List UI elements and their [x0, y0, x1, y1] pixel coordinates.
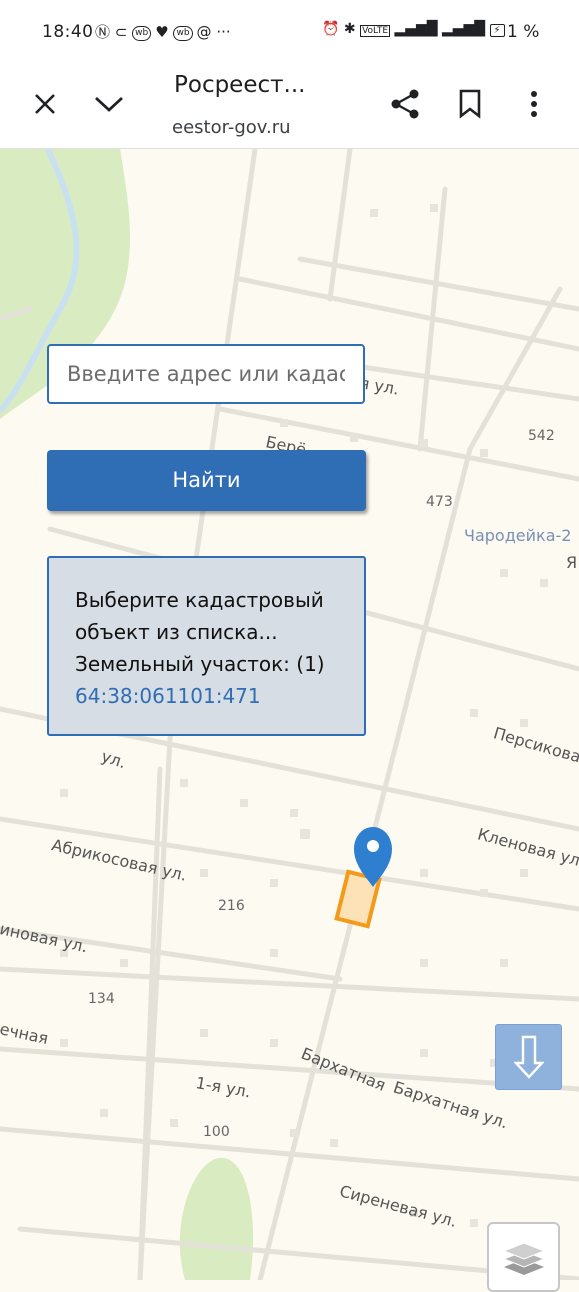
cadastral-number-link[interactable]: 64:38:061101:471: [75, 680, 344, 712]
alarm-icon: ⏰: [322, 21, 340, 37]
status-time: 18:40: [42, 22, 94, 42]
bookmark-button[interactable]: [450, 84, 490, 124]
house-number: 100: [203, 1124, 230, 1140]
battery-saver-icon: ⚡: [489, 24, 505, 37]
share-button[interactable]: [385, 84, 425, 124]
layers-button[interactable]: [487, 1222, 560, 1292]
browser-toolbar: Росреест... eestor-gov.ru: [0, 64, 579, 149]
more-vert-icon: [531, 91, 537, 117]
nfc-icon: Ⓝ: [95, 23, 111, 41]
battery-level: 1 %: [507, 22, 540, 42]
heart-icon: ♥: [155, 23, 169, 41]
signal-icon: ▂▄▆█: [442, 21, 486, 37]
house-number: 542: [528, 428, 555, 444]
layers-icon: [502, 1242, 545, 1275]
more-icon: ···: [216, 23, 231, 41]
wb-icon: wb: [132, 26, 152, 41]
share-icon: [391, 89, 419, 119]
chevron-down-icon: [95, 96, 123, 112]
collapse-button[interactable]: [89, 84, 129, 124]
close-button[interactable]: [25, 84, 65, 124]
result-panel: Выберите кадастровый объект из списка...…: [47, 556, 366, 736]
bluetooth-icon: ✱: [343, 21, 356, 37]
result-line: объект из списка...: [75, 620, 278, 644]
house-number: 134: [88, 991, 115, 1007]
bookmark-icon: [459, 89, 481, 119]
at-icon: @: [196, 23, 212, 41]
status-bar: 18:40 Ⓝ ⊂ wb ♥ wb @ ··· ⏰ ✱ VoLTE ▂▄▆█ ▂▄▆…: [0, 0, 579, 64]
find-button[interactable]: Найти: [47, 450, 366, 511]
wb-icon: wb: [173, 26, 193, 41]
house-number: 216: [218, 898, 245, 914]
signal-4g-icon: ▂▄▆█: [394, 21, 438, 37]
place-label: Чародейка-2: [464, 526, 572, 545]
notification-icons: Ⓝ ⊂ wb ♥ wb @ ···: [95, 21, 231, 42]
street-label: Я: [566, 553, 578, 572]
close-icon: [35, 94, 55, 114]
page-title: Росреест...: [174, 72, 306, 98]
page-url: eestor-gov.ru: [172, 117, 291, 138]
system-icons: ⏰ ✱ VoLTE ▂▄▆█ ▂▄▆█ ⚡: [322, 21, 505, 37]
park-area: [179, 1157, 254, 1280]
result-count: Земельный участок: (1): [75, 652, 325, 676]
arrow-down-icon: [513, 1035, 544, 1079]
result-line: Выберите кадастровый: [75, 588, 324, 612]
volte-icon: VoLTE: [360, 25, 391, 37]
more-menu-button[interactable]: [514, 84, 554, 124]
scroll-down-button[interactable]: [495, 1024, 562, 1090]
shoe-icon: ⊂: [114, 23, 128, 41]
house-number: 473: [426, 494, 453, 510]
search-input[interactable]: [47, 344, 365, 404]
